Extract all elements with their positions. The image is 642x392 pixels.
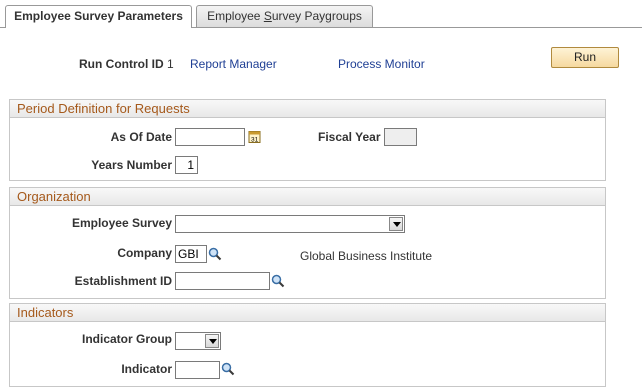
tab-employee-survey-parameters[interactable]: Employee Survey Parameters <box>5 5 192 28</box>
magnifier-icon[interactable] <box>221 362 235 376</box>
as-of-date-label: As Of Date <box>110 130 172 144</box>
indicator-label: Indicator <box>121 362 172 376</box>
company-description: Global Business Institute <box>300 249 433 263</box>
tab-label-accesskey: S <box>263 9 272 23</box>
run-control-id-value: 1 <box>167 57 174 71</box>
run-button[interactable]: Run <box>551 47 619 68</box>
indicators-title: Indicators <box>10 304 605 322</box>
years-number-field[interactable]: 1 <box>175 156 198 174</box>
tab-strip: Employee Survey Parameters Employee Surv… <box>0 0 642 28</box>
period-definition-title: Period Definition for Requests <box>10 100 605 118</box>
fiscal-year-label: Fiscal Year <box>318 130 381 144</box>
employee-survey-label: Employee Survey <box>71 216 172 230</box>
as-of-date-field[interactable] <box>175 128 245 146</box>
magnifier-icon[interactable] <box>208 247 222 261</box>
establishment-id-label: Establishment ID <box>74 274 172 288</box>
magnifier-icon[interactable] <box>271 274 285 288</box>
tab-label-pre: Employee <box>207 9 264 23</box>
company-label: Company <box>117 246 172 260</box>
calendar-icon[interactable]: 31 <box>248 130 262 144</box>
indicator-group-label: Indicator Group <box>82 332 172 346</box>
svg-text:31: 31 <box>251 137 259 144</box>
indicator-group-select[interactable] <box>175 332 221 350</box>
tab-label-post: urvey Paygroups <box>271 9 362 23</box>
establishment-id-field[interactable] <box>175 272 270 290</box>
employee-survey-select[interactable] <box>175 215 405 233</box>
tab-employee-survey-paygroups[interactable]: Employee Survey Paygroups <box>196 5 373 27</box>
fiscal-year-field <box>384 128 417 146</box>
process-monitor-link[interactable]: Process Monitor <box>338 57 425 71</box>
indicator-field[interactable] <box>175 361 220 379</box>
company-field[interactable]: GBI <box>175 245 207 263</box>
run-control-id-label: Run Control ID <box>79 57 164 71</box>
report-manager-link[interactable]: Report Manager <box>190 57 277 71</box>
years-number-label: Years Number <box>91 158 172 172</box>
tab-label: Employee Survey Parameters <box>14 9 183 23</box>
organization-title: Organization <box>10 188 605 206</box>
chevron-down-icon[interactable] <box>389 217 403 231</box>
chevron-down-icon[interactable] <box>205 334 219 348</box>
